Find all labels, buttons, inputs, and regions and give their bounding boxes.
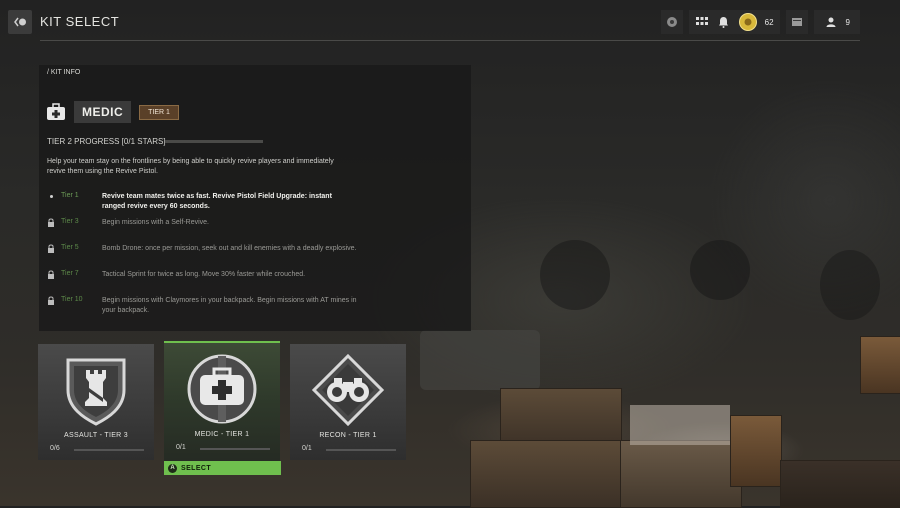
tier-description: Revive team mates twice as fast. Revive … xyxy=(102,193,332,210)
breadcrumb: / KIT INFO xyxy=(47,69,81,76)
tier-name: Tier 5 xyxy=(61,244,79,251)
lock-icon xyxy=(48,218,54,227)
kit-name: MEDIC xyxy=(74,101,132,123)
tier-description: Begin missions with a Self-Revive. xyxy=(102,219,209,226)
tier-description: Begin missions with Claymores in your ba… xyxy=(102,297,357,314)
card-progress-bar xyxy=(74,449,144,451)
card-progress-bar xyxy=(200,448,270,450)
kit-card-assault[interactable]: ASSAULT - TIER 3 0/6 xyxy=(38,344,154,460)
card-progress: 0/6 xyxy=(50,445,60,452)
tier-description: Bomb Drone: once per mission, seek out a… xyxy=(102,245,357,252)
chevron-left-icon xyxy=(14,17,26,27)
grid-icon[interactable] xyxy=(695,15,709,29)
binoculars-icon xyxy=(312,354,384,426)
page-title: KIT SELECT xyxy=(40,14,120,29)
select-label: SELECT xyxy=(181,464,212,472)
tier-badge: TIER 1 xyxy=(139,104,179,120)
card-progress: 0/1 xyxy=(302,445,312,452)
a-button-icon: A xyxy=(168,463,177,473)
lock-icon xyxy=(48,270,54,279)
card-progress-bar xyxy=(326,449,396,451)
card-progress: 0/1 xyxy=(176,444,186,451)
tier-name: Tier 1 xyxy=(61,192,79,199)
tier-progress-bar xyxy=(165,140,263,143)
party-indicator[interactable]: 9 xyxy=(813,10,860,34)
card-label: RECON - TIER 1 xyxy=(319,432,377,439)
player-card-icon xyxy=(790,15,804,29)
medkit-icon xyxy=(47,103,65,120)
kit-description: Help your team stay on the frontlines by… xyxy=(47,158,334,175)
unlocked-bullet-icon xyxy=(50,195,53,198)
currency-icon xyxy=(738,13,757,31)
tier-name: Tier 10 xyxy=(61,296,83,303)
options-icon xyxy=(665,15,679,29)
tier-name: Tier 7 xyxy=(61,270,79,277)
currency-value: 62 xyxy=(764,17,774,27)
card-label: MEDIC - TIER 1 xyxy=(194,431,250,438)
select-button[interactable]: A SELECT xyxy=(164,461,281,475)
party-count: 9 xyxy=(845,17,850,27)
tier-description: Tactical Sprint for twice as long. Move … xyxy=(102,271,306,278)
tier-name: Tier 3 xyxy=(61,218,79,225)
card-label: ASSAULT - TIER 3 xyxy=(64,432,128,439)
menu-button[interactable] xyxy=(660,10,683,34)
kit-card-medic[interactable]: MEDIC - TIER 1 0/1 xyxy=(164,341,280,464)
bell-icon[interactable] xyxy=(717,15,731,29)
header-divider xyxy=(40,40,860,41)
back-button[interactable] xyxy=(8,10,32,34)
tier-progress-label: TIER 2 PROGRESS [0/1 STARS] xyxy=(47,137,166,146)
kit-info-panel: / KIT INFO MEDIC TIER 1 TIER 2 PROGRESS … xyxy=(39,65,471,331)
social-cluster: 62 xyxy=(688,10,780,34)
profile-button[interactable] xyxy=(785,10,808,34)
status-bar: 62 9 xyxy=(660,10,860,34)
kit-header: MEDIC TIER 1 xyxy=(46,101,179,123)
lock-icon xyxy=(48,296,54,305)
lock-icon xyxy=(48,244,54,253)
rook-shield-icon xyxy=(66,358,126,426)
medkit-icon xyxy=(187,354,257,424)
kit-card-recon[interactable]: RECON - TIER 1 0/1 xyxy=(290,344,406,460)
party-icon xyxy=(824,15,838,29)
